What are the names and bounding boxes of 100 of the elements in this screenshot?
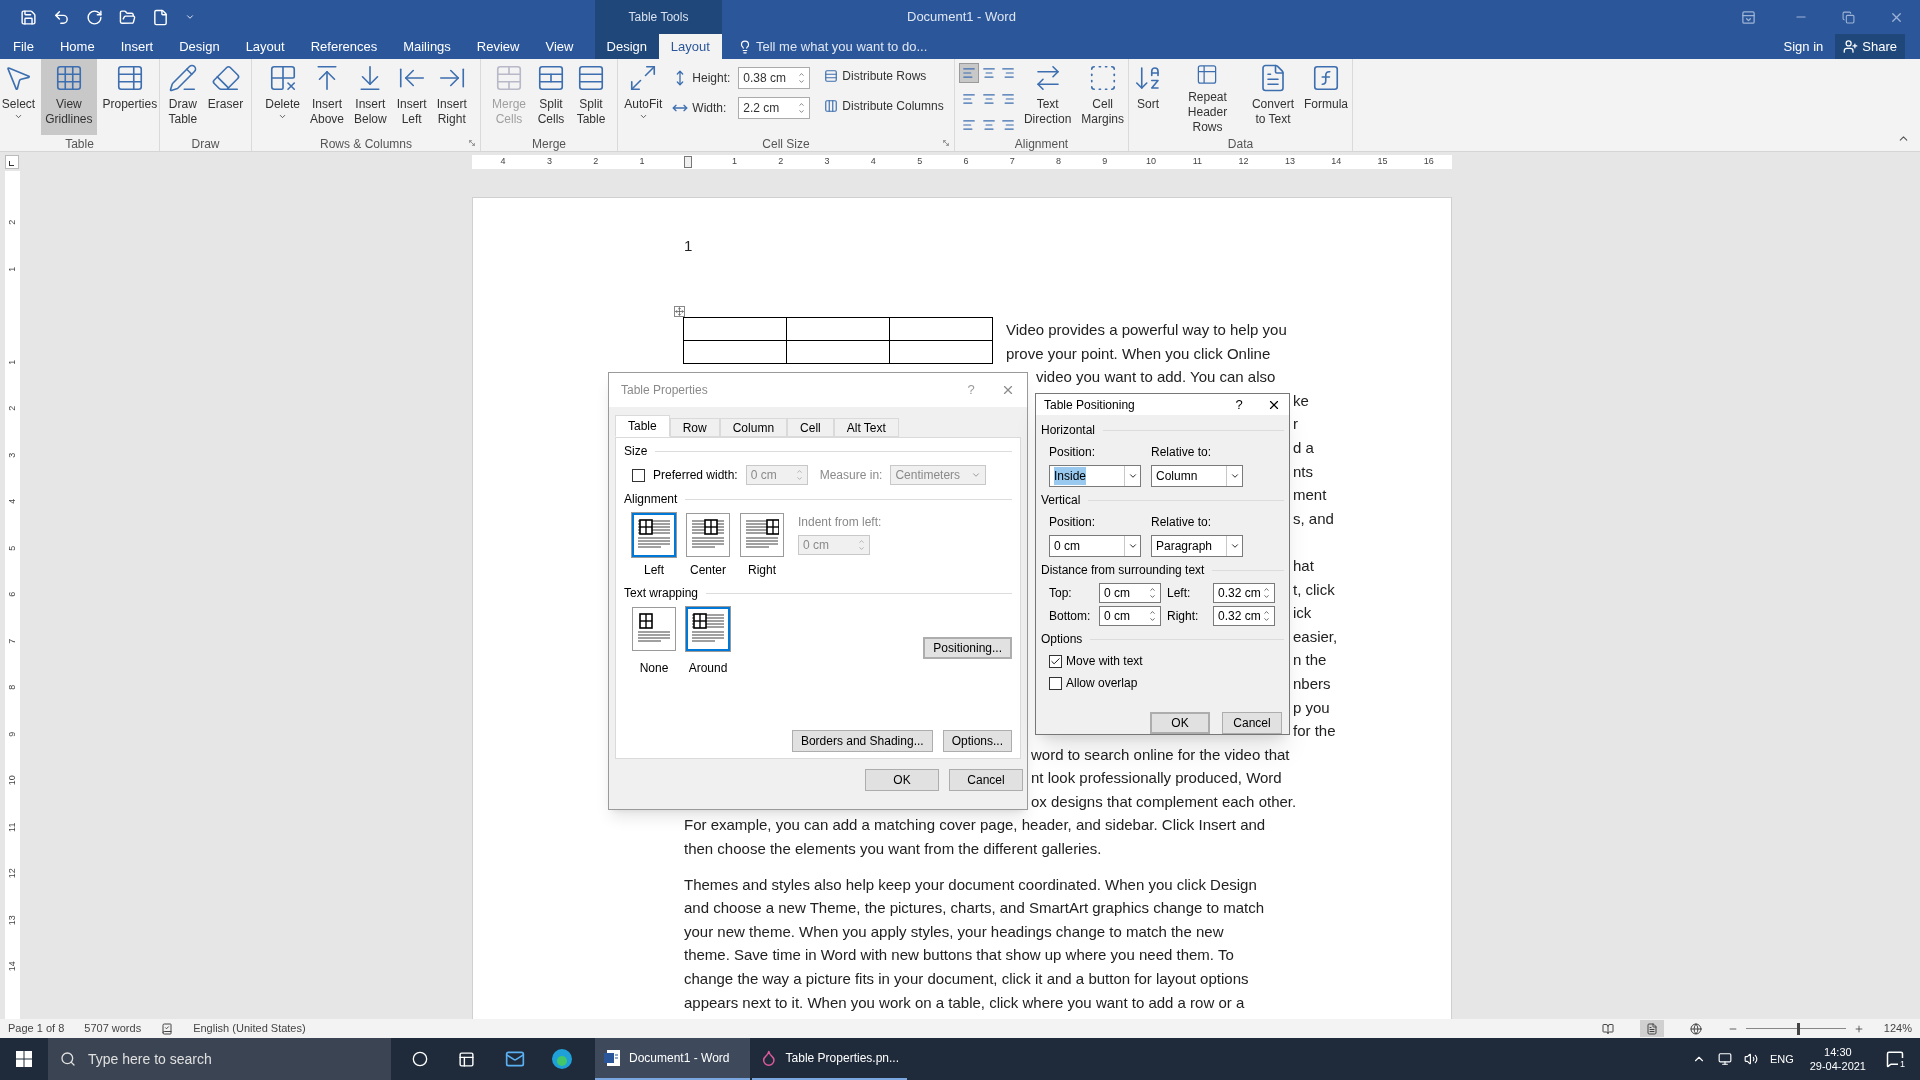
ribbon-button[interactable]: Draw Table: [163, 59, 202, 135]
dialog-button[interactable]: Borders and Shading...: [791, 730, 933, 752]
dropdown-field[interactable]: Paragraph: [1151, 535, 1243, 557]
ribbon-button[interactable]: Insert Below: [350, 59, 391, 135]
sign-in-link[interactable]: Sign in: [1783, 36, 1824, 57]
cancel-button[interactable]: Cancel: [1222, 712, 1282, 734]
body-text-line: hat: [1293, 555, 1314, 576]
dropdown-field[interactable]: Inside: [1049, 465, 1141, 487]
spin-field[interactable]: 0.32 cm: [1213, 583, 1275, 603]
menu-tab[interactable]: View: [532, 34, 587, 59]
ribbon-button[interactable]: Split Table: [572, 59, 610, 135]
spin-field[interactable]: 0 cm: [1099, 606, 1161, 626]
volume-icon[interactable]: [1743, 1052, 1758, 1066]
table-move-handle-icon[interactable]: [674, 306, 685, 317]
positioning-button[interactable]: Positioning...: [923, 637, 1012, 659]
spin-field[interactable]: 0.32 cm: [1213, 606, 1275, 626]
word-count[interactable]: 5707 words: [84, 1020, 142, 1037]
menu-tab[interactable]: Layout: [232, 34, 298, 59]
dialog-tab[interactable]: Table: [615, 415, 670, 437]
spin-field[interactable]: 0 cm: [1099, 583, 1161, 603]
mail-icon[interactable]: [505, 1049, 525, 1069]
menu-tab[interactable]: Design: [166, 34, 233, 59]
menu-tab[interactable]: Design: [595, 34, 659, 59]
share-button[interactable]: Share: [1835, 34, 1905, 59]
taskbar-app[interactable]: Document1 - Word: [595, 1038, 750, 1080]
ribbon-small-button[interactable]: Distribute Columns: [824, 97, 944, 115]
dialog-tab[interactable]: Row: [669, 418, 720, 437]
dialog-launcher-icon[interactable]: [468, 139, 476, 147]
ribbon-display-icon[interactable]: [1741, 9, 1756, 25]
folder-icon[interactable]: [119, 8, 136, 26]
ribbon-button[interactable]: Sort: [1129, 59, 1167, 135]
notification-icon[interactable]: [1886, 1050, 1904, 1068]
dropdown-field[interactable]: 0 cm: [1049, 535, 1141, 557]
customize-caret-icon[interactable]: [185, 12, 195, 22]
menu-tab[interactable]: Layout: [658, 34, 722, 59]
dialog-tab[interactable]: Cell: [787, 418, 834, 437]
view-button[interactable]: [1639, 1020, 1664, 1037]
menu-tab[interactable]: References: [297, 34, 391, 59]
field-label: Top:: [1049, 585, 1073, 602]
dialog-tab[interactable]: Alt Text: [833, 418, 899, 437]
clock[interactable]: 14:30 29-04-2021: [1809, 1045, 1866, 1073]
menu-tab[interactable]: Insert: [107, 34, 167, 59]
formula-icon: [1311, 63, 1341, 93]
zoom-slider-thumb[interactable]: [1797, 1022, 1801, 1035]
proofing-icon[interactable]: [161, 1022, 174, 1035]
spin-field[interactable]: 2.2 cm: [738, 97, 811, 119]
circle-icon[interactable]: [412, 1051, 428, 1067]
undo-icon[interactable]: [53, 8, 70, 26]
tell-me-field[interactable]: Tell me what you want to do...: [756, 36, 1784, 57]
cancel-button[interactable]: Cancel: [949, 769, 1023, 791]
dialog-tab[interactable]: Column: [719, 418, 788, 437]
ribbon-button[interactable]: Insert Above: [305, 59, 348, 135]
zoom-level[interactable]: 124%: [1883, 1020, 1912, 1037]
windows-logo-icon[interactable]: [16, 1051, 32, 1067]
language-status[interactable]: English (United States): [193, 1020, 306, 1037]
redo-icon[interactable]: [86, 8, 103, 26]
menu-tab[interactable]: Review: [463, 34, 533, 59]
tab-selector[interactable]: [5, 154, 19, 169]
ok-button[interactable]: OK: [1150, 712, 1210, 734]
indent-marker[interactable]: [684, 155, 693, 168]
input-language[interactable]: ENG: [1769, 1050, 1794, 1068]
task-view-icon[interactable]: [458, 1050, 475, 1068]
zoom-slider[interactable]: [1745, 1022, 1846, 1035]
menu-tab[interactable]: Mailings: [390, 34, 464, 59]
checkbox[interactable]: [1049, 654, 1062, 668]
menu-tab[interactable]: File: [0, 34, 47, 59]
ribbon-button[interactable]: Cell Margins: [1077, 59, 1128, 135]
spin-field[interactable]: 0.38 cm: [738, 67, 811, 89]
ribbon-button[interactable]: Select: [0, 59, 40, 135]
zoom-in-icon[interactable]: [1853, 1023, 1864, 1034]
ribbon-small-button[interactable]: Distribute Rows: [824, 67, 944, 85]
ok-button[interactable]: OK: [865, 769, 939, 791]
dropdown-field[interactable]: Column: [1151, 465, 1243, 487]
ribbon-button[interactable]: Eraser: [203, 59, 248, 135]
ribbon-button[interactable]: Split Cells: [532, 59, 570, 135]
network-icon[interactable]: [1717, 1052, 1732, 1066]
dialog-launcher-icon[interactable]: [942, 139, 950, 147]
checkbox[interactable]: [1049, 676, 1062, 690]
ribbon-button[interactable]: Convert to Text: [1247, 59, 1298, 135]
ribbon-button[interactable]: Delete: [261, 59, 304, 135]
help-button[interactable]: ?: [1219, 394, 1259, 415]
ribbon-button[interactable]: Repeat Header Rows: [1169, 59, 1246, 135]
new-document-icon[interactable]: [152, 8, 169, 26]
taskbar-app[interactable]: Table Properties.pn...: [752, 1038, 907, 1080]
save-icon[interactable]: [20, 8, 37, 26]
dialog-button[interactable]: Options...: [942, 730, 1012, 752]
browser-icon[interactable]: [551, 1048, 573, 1070]
ribbon-button[interactable]: View Gridlines: [41, 59, 97, 135]
body-text-line: For example, you can add a matching cover page, header, and sidebar. Click Insert and: [684, 815, 1266, 836]
restore-icon[interactable]: [1842, 10, 1855, 24]
ribbon-button[interactable]: Properties: [98, 59, 162, 135]
ribbon-button[interactable]: Insert Left: [392, 59, 431, 135]
cell-alignment-button[interactable]: [959, 63, 979, 83]
ribbon-button[interactable]: Insert Right: [432, 59, 471, 135]
ribbon-button[interactable]: Formula: [1300, 59, 1352, 135]
taskbar-search-field[interactable]: Type here to search: [48, 1038, 391, 1080]
page-count[interactable]: Page 1 of 8: [8, 1020, 65, 1037]
menu-tab[interactable]: Home: [46, 34, 108, 59]
ribbon-button[interactable]: AutoFit: [620, 59, 667, 135]
ribbon-button[interactable]: Text Direction: [1019, 59, 1076, 135]
